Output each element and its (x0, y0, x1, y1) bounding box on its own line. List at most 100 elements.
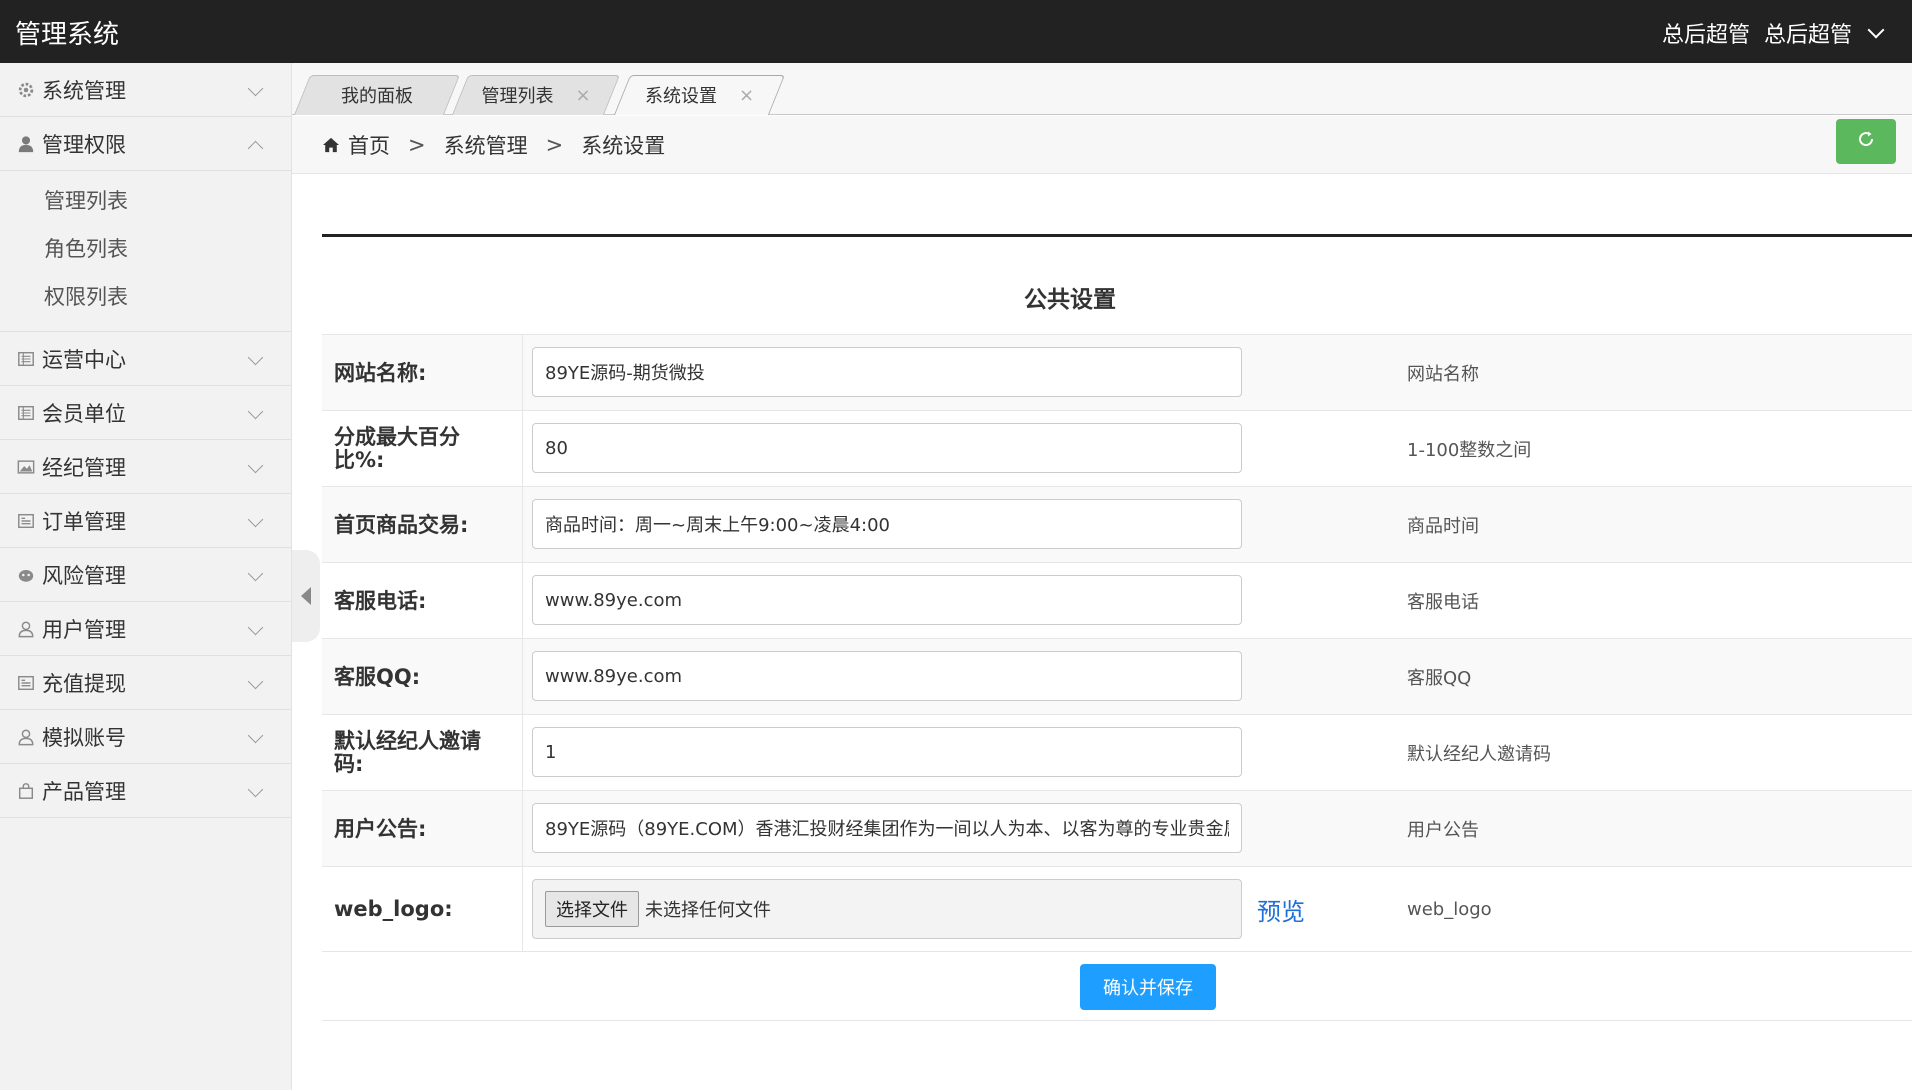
chevron-down-icon (247, 727, 264, 744)
form-row: 分成最大百分比%: 1-100整数之间 (322, 410, 1912, 486)
main-content: 公共设置 网站名称: 网站名称 分成最大百分比%: 1-100整数之间 首页商品… (322, 174, 1912, 1090)
sidebar-item-label: 会员单位 (42, 401, 126, 426)
trading-hours-input[interactable] (532, 499, 1242, 549)
sidebar-item-products[interactable]: 产品管理 (0, 764, 291, 818)
sidebar: 系统管理 管理权限 管理列表 角色列表 权限列表 运营中心 会员单位 经纪管理 (0, 63, 292, 1090)
chevron-down-icon (247, 457, 264, 474)
field-label: 分成最大百分比%: (334, 425, 460, 472)
sidebar-item-risk[interactable]: 风险管理 (0, 548, 291, 602)
sidebar-item-demo-accounts[interactable]: 模拟账号 (0, 710, 291, 764)
chevron-down-icon (247, 781, 264, 798)
user-outline-icon (16, 619, 36, 639)
sidebar-item-members[interactable]: 会员单位 (0, 386, 291, 440)
field-hint: 1-100整数之间 (1407, 440, 1532, 461)
sidebar-subitem-role-list[interactable]: 角色列表 (0, 225, 291, 273)
breadcrumb-system-management[interactable]: 系统管理 (444, 130, 528, 160)
book-icon (16, 349, 36, 369)
form-row: 确认并保存 (322, 951, 1912, 1021)
settings-form: 网站名称: 网站名称 分成最大百分比%: 1-100整数之间 首页商品交易: 商… (322, 334, 1912, 1021)
max-share-percent-input[interactable] (532, 423, 1242, 473)
tab-admin-list[interactable]: 管理列表 × (451, 75, 621, 115)
submenu-permissions: 管理列表 角色列表 权限列表 (0, 171, 291, 332)
chevron-down-icon[interactable] (1867, 21, 1885, 39)
sidebar-item-users[interactable]: 用户管理 (0, 602, 291, 656)
tab-system-settings[interactable]: 系统设置 × (613, 75, 786, 115)
divider (322, 234, 1912, 237)
sidebar-subitem-permission-list[interactable]: 权限列表 (0, 273, 291, 321)
chevron-down-icon (247, 511, 264, 528)
field-hint: 网站名称 (1407, 364, 1479, 385)
user-menu[interactable]: 总后超管 总后超管 (1661, 17, 1885, 49)
user-outline-icon (16, 727, 36, 747)
sidebar-item-recharge[interactable]: 充值提现 (0, 656, 291, 710)
field-label: 客服QQ: (334, 664, 421, 689)
sidebar-item-permissions[interactable]: 管理权限 (0, 117, 291, 171)
chevron-down-icon (247, 349, 264, 366)
chevron-down-icon (247, 403, 264, 420)
section-title: 公共设置 (1024, 287, 1116, 313)
field-hint: 用户公告 (1407, 820, 1479, 841)
save-button[interactable]: 确认并保存 (1080, 964, 1216, 1010)
sidebar-item-orders[interactable]: 订单管理 (0, 494, 291, 548)
form-row: 客服电话: 客服电话 (322, 562, 1912, 638)
chevron-up-icon (247, 140, 264, 157)
field-label: 默认经纪人邀请码: (334, 729, 481, 776)
logo-file-input[interactable]: 选择文件 未选择任何文件 (532, 879, 1242, 939)
breadcrumb-home[interactable]: 首页 (348, 130, 390, 160)
sidebar-item-label: 风险管理 (42, 563, 126, 588)
chevron-down-icon (247, 673, 264, 690)
sidebar-item-label: 管理权限 (42, 132, 126, 157)
tab-label: 我的面板 (341, 86, 413, 107)
tab-dashboard[interactable]: 我的面板 (293, 75, 461, 115)
sidebar-item-operations[interactable]: 运营中心 (0, 332, 291, 386)
no-file-text: 未选择任何文件 (645, 900, 771, 921)
site-name-input[interactable] (532, 347, 1242, 397)
field-hint: 客服QQ (1407, 668, 1472, 689)
announcement-input[interactable] (532, 803, 1242, 853)
field-hint: 客服电话 (1407, 592, 1479, 613)
refresh-button[interactable] (1836, 119, 1896, 164)
invite-code-input[interactable] (532, 727, 1242, 777)
sidebar-item-label: 产品管理 (42, 779, 126, 804)
breadcrumb-separator: > (545, 132, 564, 157)
top-header: 管理系统 总后超管 总后超管 (0, 0, 1912, 63)
sidebar-collapse-toggle[interactable] (292, 550, 320, 642)
sidebar-item-brokers[interactable]: 经纪管理 (0, 440, 291, 494)
choose-file-button[interactable]: 选择文件 (545, 891, 639, 927)
gear-icon (16, 80, 36, 100)
field-label: web_logo: (334, 897, 453, 921)
service-qq-input[interactable] (532, 651, 1242, 701)
shield-icon (16, 565, 36, 585)
sidebar-item-label: 运营中心 (42, 347, 126, 372)
breadcrumb-separator: > (408, 132, 426, 157)
service-phone-input[interactable] (532, 575, 1242, 625)
field-hint: 默认经纪人邀请码 (1407, 744, 1551, 765)
sidebar-item-label: 订单管理 (42, 509, 126, 534)
field-label: 客服电话: (334, 588, 427, 613)
home-icon (322, 137, 340, 153)
field-hint: web_logo (1407, 899, 1492, 920)
tab-bar: 我的面板 管理列表 × 系统设置 × (292, 63, 1912, 115)
field-label: 网站名称: (334, 360, 427, 385)
caret-left-icon (301, 587, 311, 605)
preview-link[interactable]: 预览 (1257, 867, 1305, 952)
user-name[interactable]: 总后超管 (1764, 17, 1852, 49)
image-icon (16, 457, 36, 477)
user-role: 总后超管 (1661, 23, 1750, 48)
sidebar-item-label: 系统管理 (42, 78, 126, 103)
field-hint: 商品时间 (1407, 516, 1479, 537)
close-icon[interactable]: × (575, 85, 590, 106)
chevron-down-icon (247, 565, 264, 582)
tab-label: 管理列表 (481, 86, 554, 107)
field-label: 首页商品交易: (334, 512, 469, 537)
form-row: 网站名称: 网站名称 (322, 334, 1912, 410)
bag-icon (16, 781, 36, 801)
form-row: web_logo: 选择文件 未选择任何文件 预览 web_logo (322, 866, 1912, 951)
sidebar-item-label: 充值提现 (42, 671, 126, 696)
close-icon[interactable]: × (739, 85, 754, 106)
sidebar-item-system[interactable]: 系统管理 (0, 63, 291, 117)
form-row: 客服QQ: 客服QQ (322, 638, 1912, 714)
breadcrumb: 首页 > 系统管理 > 系统设置 (292, 116, 1912, 174)
sidebar-subitem-admin-list[interactable]: 管理列表 (0, 177, 291, 225)
app-title: 管理系统 (15, 20, 120, 50)
